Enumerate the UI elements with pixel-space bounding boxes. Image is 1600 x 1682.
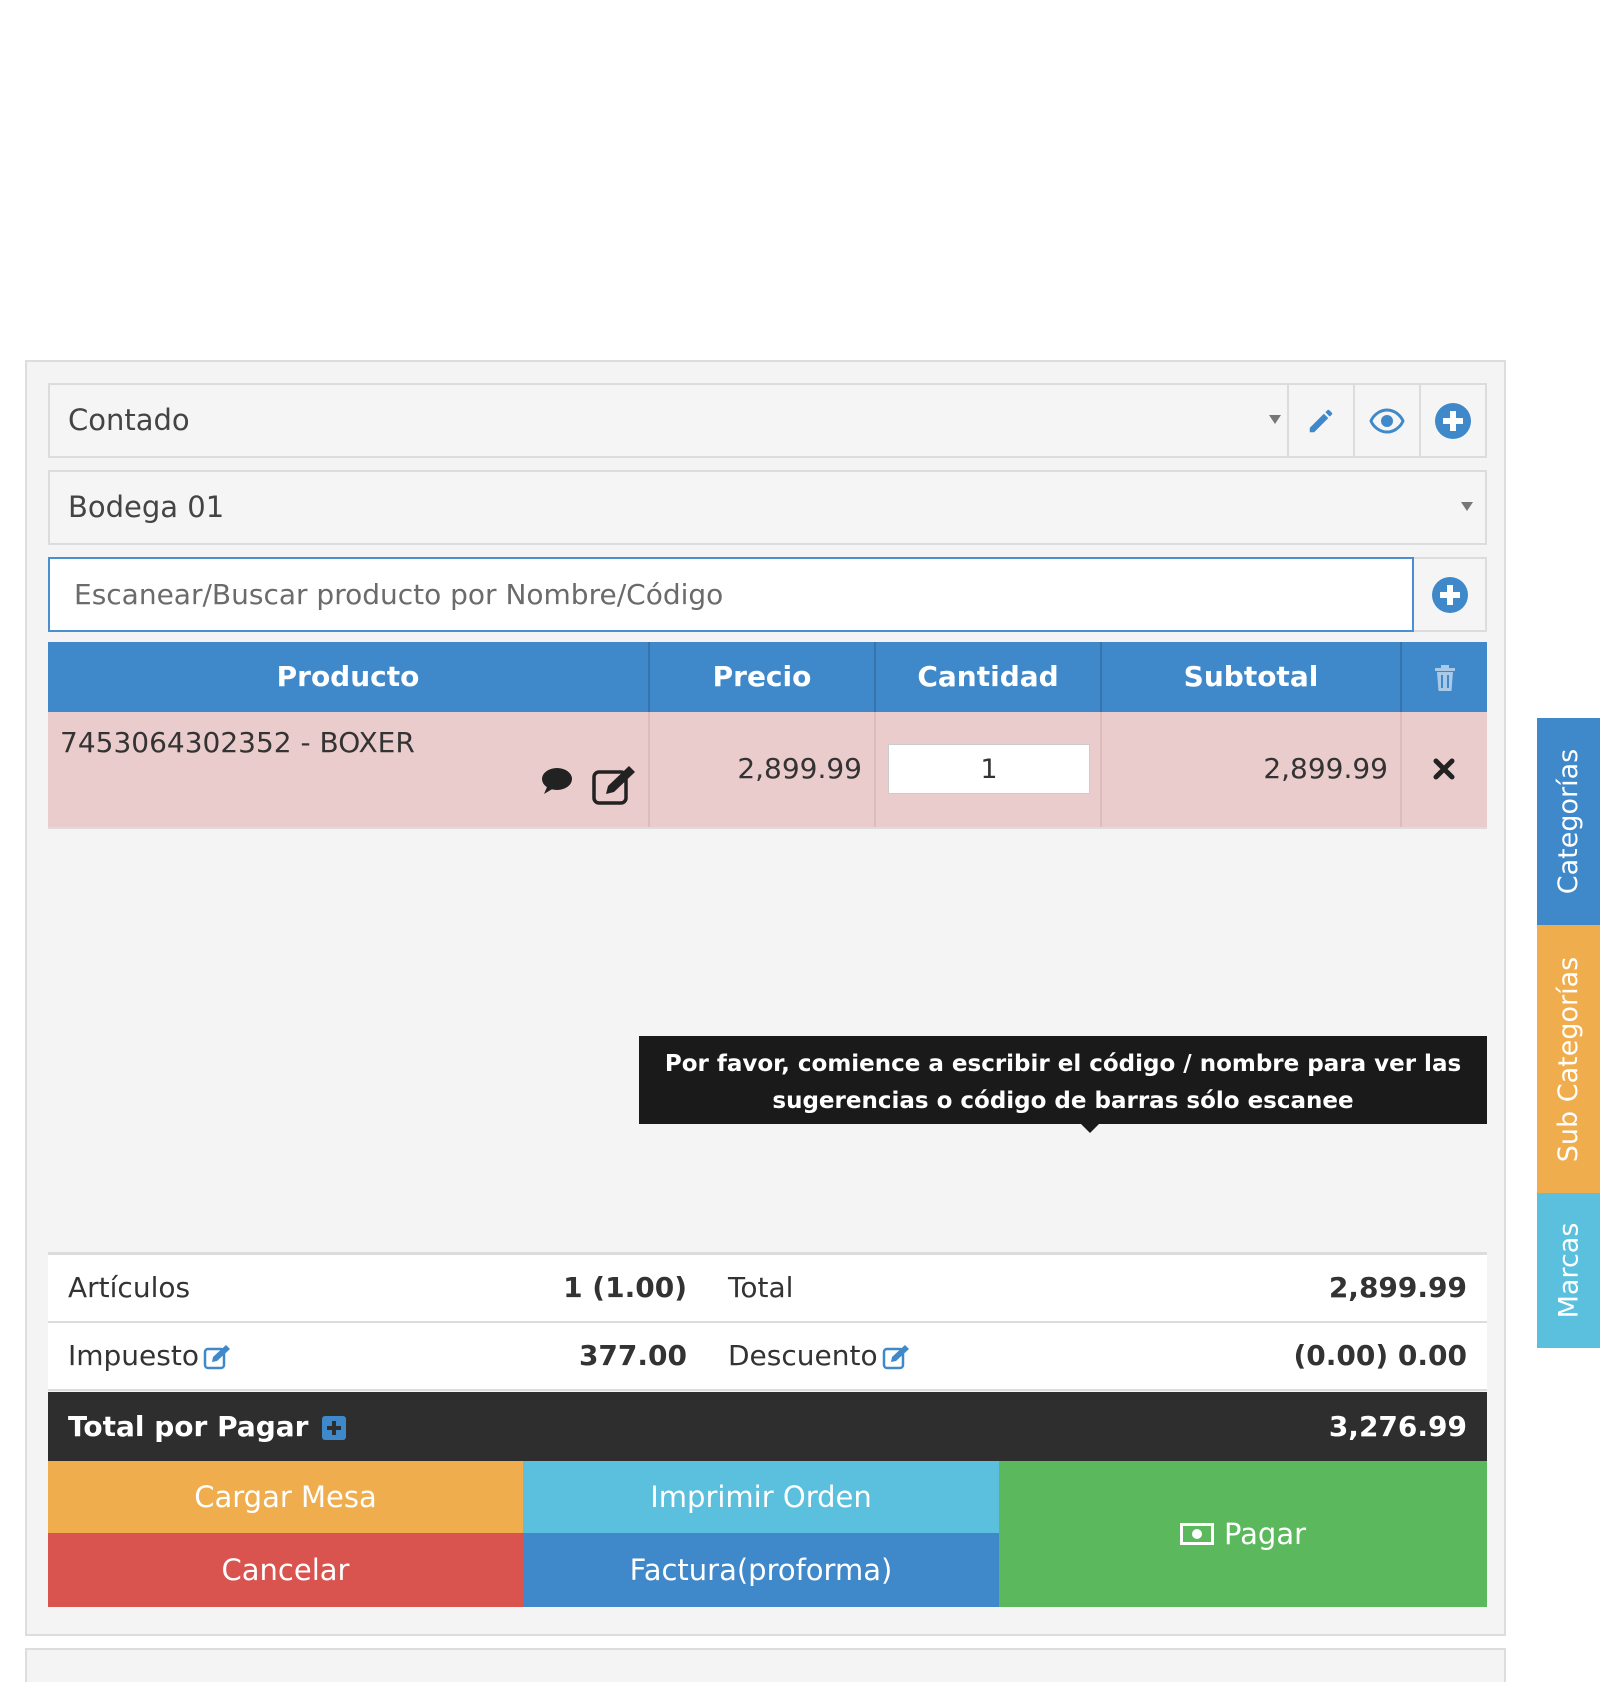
- tab-categories[interactable]: Categorías: [1537, 718, 1600, 925]
- edit-tax-icon[interactable]: [203, 1344, 231, 1370]
- tax-field: Impuesto: [68, 1323, 231, 1389]
- pay-button-label: Pagar: [1223, 1517, 1307, 1551]
- tab-categories-label: Categorías: [1553, 748, 1584, 895]
- cancel-button[interactable]: Cancelar: [48, 1533, 523, 1607]
- tax-label: Impuesto: [68, 1339, 199, 1372]
- tax-value: 377.00: [578, 1339, 687, 1372]
- discount-label: Descuento: [728, 1339, 878, 1372]
- total-label: Total: [728, 1271, 794, 1304]
- header-price: Precio: [650, 642, 876, 712]
- tooltip-line-2: sugerencias o código de barras sólo esca…: [772, 1088, 1354, 1114]
- items-label: Artículos: [68, 1271, 191, 1304]
- totals-row-tax: Impuesto 377.00 Descuento (0.00) 0.00: [48, 1323, 1487, 1391]
- product-search: [48, 557, 1487, 632]
- money-icon: [1179, 1523, 1214, 1545]
- plus-circle-icon: [1431, 576, 1468, 613]
- warehouse-select-value: Bodega 01: [68, 490, 225, 524]
- pos-panel: Contado Bodega 01 Escanear/Buscar produc…: [25, 360, 1506, 1636]
- totals-table: Artículos 1 (1.00) Total 2,899.99 Impues…: [48, 1252, 1487, 1391]
- cell-subtotal: 2,899.99: [1102, 712, 1402, 827]
- close-icon: [1433, 758, 1455, 780]
- customer-select[interactable]: Contado: [48, 383, 1487, 458]
- table-row: 7453064302352 - BOXER 2,899.99 2,899.99: [48, 712, 1487, 829]
- chevron-down-icon: [1461, 502, 1473, 511]
- add-customer-button[interactable]: [1419, 385, 1485, 456]
- items-value: 1 (1.00): [563, 1271, 687, 1304]
- tooltip-arrow: [1081, 1124, 1099, 1133]
- tab-sub-categories[interactable]: Sub Categorías: [1537, 925, 1600, 1193]
- total-value: 2,899.99: [1328, 1271, 1467, 1304]
- discount-field: Descuento: [728, 1323, 910, 1389]
- product-search-input[interactable]: [48, 557, 1414, 632]
- view-customer-button[interactable]: [1353, 385, 1419, 456]
- secondary-panel: [25, 1648, 1506, 1682]
- clear-all-button[interactable]: [1402, 642, 1487, 712]
- order-table-header: Producto Precio Cantidad Subtotal: [48, 642, 1487, 712]
- pencil-icon: [1309, 409, 1333, 432]
- cell-price: 2,899.99: [650, 712, 876, 827]
- grand-total-value: 3,276.99: [1328, 1410, 1467, 1443]
- print-order-button[interactable]: Imprimir Orden: [523, 1461, 999, 1533]
- edit-discount-icon[interactable]: [882, 1344, 910, 1370]
- comment-icon[interactable]: [541, 767, 573, 795]
- remove-item-button[interactable]: [1402, 712, 1487, 827]
- plus-circle-icon: [1435, 402, 1471, 439]
- trash-icon: [1434, 665, 1455, 691]
- quantity-input[interactable]: [888, 744, 1090, 794]
- tab-sub-categories-label: Sub Categorías: [1553, 956, 1585, 1162]
- pay-button[interactable]: Pagar: [999, 1461, 1487, 1607]
- header-quantity: Cantidad: [876, 642, 1102, 712]
- plus-square-icon[interactable]: [322, 1416, 347, 1440]
- proforma-invoice-button[interactable]: Factura(proforma): [523, 1533, 999, 1607]
- item-price: 2,899.99: [737, 752, 862, 785]
- warehouse-select[interactable]: Bodega 01: [48, 470, 1487, 545]
- grand-total-row: Total por Pagar 3,276.99: [48, 1392, 1487, 1461]
- load-table-button[interactable]: Cargar Mesa: [48, 1461, 523, 1533]
- cell-quantity: [876, 712, 1102, 827]
- header-product: Producto: [48, 642, 650, 712]
- item-subtotal: 2,899.99: [1263, 752, 1388, 785]
- grand-total-label: Total por Pagar: [68, 1410, 309, 1443]
- edit-customer-button[interactable]: [1287, 385, 1353, 456]
- customer-select-value: Contado: [68, 403, 190, 437]
- header-subtotal: Subtotal: [1102, 642, 1402, 712]
- add-product-button[interactable]: [1414, 557, 1487, 632]
- discount-value: (0.00) 0.00: [1293, 1339, 1467, 1372]
- chevron-down-icon: [1269, 415, 1281, 424]
- tooltip-line-1: Por favor, comience a escribir el código…: [664, 1051, 1462, 1077]
- tab-brands[interactable]: Marcas: [1537, 1193, 1600, 1348]
- totals-row-items: Artículos 1 (1.00) Total 2,899.99: [48, 1255, 1487, 1323]
- cell-product: 7453064302352 - BOXER: [48, 712, 650, 827]
- product-name: 7453064302352 - BOXER: [60, 726, 415, 759]
- grand-total-field: Total por Pagar: [68, 1392, 347, 1461]
- tab-brands-label: Marcas: [1553, 1222, 1584, 1319]
- edit-item-icon[interactable]: [591, 764, 637, 806]
- search-hint-tooltip: Por favor, comience a escribir el código…: [639, 1036, 1487, 1124]
- eye-icon: [1369, 407, 1405, 434]
